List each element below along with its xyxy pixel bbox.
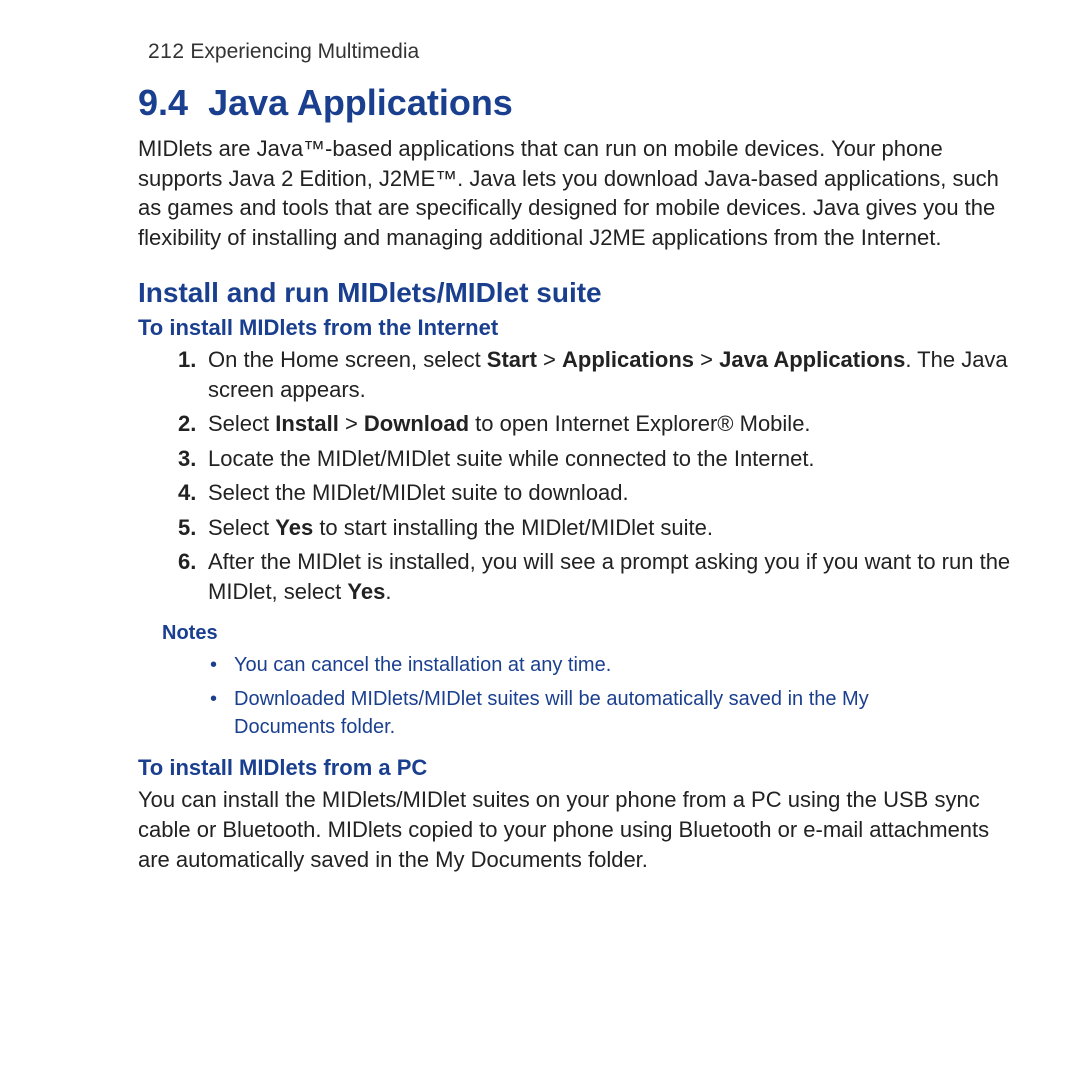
step-number: 6. — [178, 547, 196, 577]
ui-label: Yes — [347, 579, 385, 604]
procedure-heading-internet: To install MIDlets from the Internet — [138, 315, 1020, 341]
page-number: 212 — [148, 40, 185, 63]
ui-label: Yes — [275, 515, 313, 540]
step-item: 3. Locate the MIDlet/MIDlet suite while … — [178, 444, 1020, 474]
step-text: After the MIDlet is installed, you will … — [208, 549, 1010, 604]
steps-list-internet: 1. On the Home screen, select Start > Ap… — [178, 345, 1020, 608]
chapter-title: Experiencing Multimedia — [190, 40, 419, 63]
ui-path: Java Applications — [719, 347, 905, 372]
step-number: 2. — [178, 409, 196, 439]
ui-path: Install — [275, 411, 339, 436]
step-item: 5. Select Yes to start installing the MI… — [178, 513, 1020, 543]
step-number: 1. — [178, 345, 196, 375]
step-item: 6. After the MIDlet is installed, you wi… — [178, 547, 1020, 608]
ui-path: Download — [364, 411, 469, 436]
section-title: Java Applications — [208, 82, 513, 123]
ui-path: Start — [487, 347, 537, 372]
step-text: Locate the MIDlet/MIDlet suite while con… — [208, 446, 815, 471]
note-item: Downloaded MIDlets/MIDlet suites will be… — [210, 685, 960, 741]
step-item: 2. Select Install > Download to open Int… — [178, 409, 1020, 439]
step-item: 4. Select the MIDlet/MIDlet suite to dow… — [178, 478, 1020, 508]
step-text: On the Home screen, select — [208, 347, 487, 372]
step-item: 1. On the Home screen, select Start > Ap… — [178, 345, 1020, 406]
notes-heading: Notes — [162, 622, 1020, 645]
procedure-heading-pc: To install MIDlets from a PC — [138, 755, 1020, 781]
procedure-paragraph-pc: You can install the MIDlets/MIDlet suite… — [138, 785, 1020, 876]
notes-list: You can cancel the installation at any t… — [210, 651, 960, 741]
section-number: 9.4 — [138, 82, 188, 123]
running-header: 212 Experiencing Multimedia — [148, 40, 1020, 64]
document-page: 212 Experiencing Multimedia 9.4 Java App… — [0, 0, 1080, 916]
step-number: 5. — [178, 513, 196, 543]
section-heading: 9.4 Java Applications — [138, 82, 1020, 124]
step-text: Select — [208, 411, 275, 436]
step-text: Select the MIDlet/MIDlet suite to downlo… — [208, 480, 629, 505]
subsection-heading: Install and run MIDlets/MIDlet suite — [138, 277, 1020, 309]
ui-path: Applications — [562, 347, 694, 372]
step-number: 4. — [178, 478, 196, 508]
note-item: You can cancel the installation at any t… — [210, 651, 960, 679]
step-text: Select — [208, 515, 275, 540]
step-number: 3. — [178, 444, 196, 474]
section-intro: MIDlets are Java™-based applications tha… — [138, 134, 1020, 253]
